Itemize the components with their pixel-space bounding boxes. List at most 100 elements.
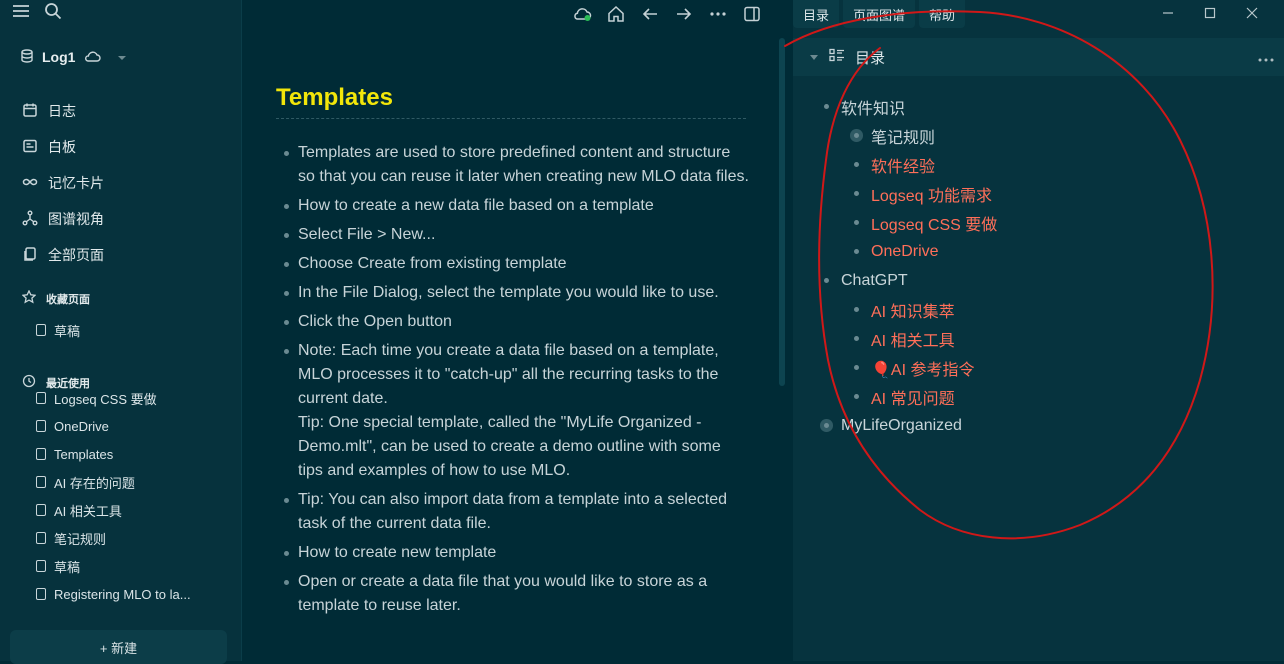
favorite-item[interactable]: 草稿	[0, 316, 242, 344]
bullet-icon	[854, 336, 859, 341]
content-block[interactable]: Choose Create from existing template	[280, 252, 750, 276]
toc-item[interactable]: 软件知识	[821, 92, 1261, 121]
sidebar-item-label: 日志	[48, 103, 76, 119]
recent-item[interactable]: OneDrive	[0, 412, 242, 440]
right-sidebar: 目录 页面图谱 帮助 目录 软件知识 笔记规则 软件经验 Logseq 功能需求…	[793, 0, 1284, 661]
recent-item-label: 草稿	[54, 559, 81, 575]
content-block[interactable]: How to create a new data file based on a…	[280, 194, 750, 218]
database-icon	[20, 48, 34, 66]
tab-toc[interactable]: 目录	[793, 0, 840, 28]
menu-icon[interactable]	[12, 3, 30, 24]
note-text: Note: Each time you create a data file b…	[298, 342, 719, 407]
recent-item-label: Templates	[54, 446, 114, 462]
scrollbar-thumb[interactable]	[779, 38, 785, 386]
maximize-icon[interactable]	[1204, 7, 1216, 22]
more-icon[interactable]	[1258, 49, 1274, 66]
recent-item-label: AI 存在的问题	[54, 475, 135, 491]
content-block[interactable]: How to create new template	[280, 541, 750, 565]
page-icon	[36, 392, 46, 404]
recent-item[interactable]: 笔记规则	[0, 524, 242, 552]
sidebar-item-flashcards[interactable]: 记忆卡片	[0, 165, 242, 201]
tab-page-graph[interactable]: 页面图谱	[843, 0, 916, 28]
favorites-title-label: 收藏页面	[46, 293, 90, 306]
page-title[interactable]: Templates	[276, 84, 746, 119]
page-icon	[36, 588, 46, 600]
page-icon	[36, 532, 46, 544]
sync-cloud-icon[interactable]	[571, 3, 593, 25]
bullet-icon	[854, 307, 859, 312]
pages-icon	[22, 246, 38, 265]
close-icon[interactable]	[1246, 7, 1258, 22]
sidebar-item-label: 图谱视角	[48, 211, 104, 227]
page-icon	[36, 420, 46, 432]
toc-item[interactable]: AI 知识集萃	[821, 295, 1261, 324]
sidebar-nav: 日志 白板 记忆卡片 图谱视角 全部页面	[0, 93, 242, 273]
chevron-down-icon[interactable]	[117, 49, 127, 65]
toc-header[interactable]: 目录	[793, 38, 1284, 76]
toc-item[interactable]: Logseq CSS 要做	[821, 208, 1261, 237]
bullet-icon	[824, 423, 829, 428]
bullet-icon	[854, 162, 859, 167]
content-block[interactable]: Templates are used to store predefined c…	[280, 141, 750, 189]
content-block[interactable]: Select File > New...	[280, 223, 750, 247]
sidebar-item-graph-view[interactable]: 图谱视角	[0, 201, 242, 237]
whiteboard-icon	[22, 138, 38, 157]
recent-item[interactable]: AI 相关工具	[0, 496, 242, 524]
toc-item-label: ChatGPT	[841, 271, 908, 289]
toc-item[interactable]: 笔记规则	[821, 121, 1261, 150]
content-block[interactable]: In the File Dialog, select the template …	[280, 281, 750, 305]
recent-item[interactable]: Registering MLO to la...	[0, 580, 242, 608]
page-icon	[36, 504, 46, 516]
tab-help[interactable]: 帮助	[919, 0, 966, 28]
sidebar-item-whiteboards[interactable]: 白板	[0, 129, 242, 165]
recent-section-title[interactable]: 最近使用	[22, 374, 90, 391]
toc-item[interactable]: 软件经验	[821, 150, 1261, 179]
content-block[interactable]: Tip: You can also import data from a tem…	[280, 488, 750, 536]
page-icon	[36, 560, 46, 572]
recent-item[interactable]: AI 存在的问题	[0, 468, 242, 496]
recent-item-label: Logseq CSS 要做	[54, 391, 157, 407]
toc-item[interactable]: AI 相关工具	[821, 324, 1261, 353]
cloud-icon	[83, 49, 102, 65]
recent-item[interactable]: 草稿	[0, 552, 242, 580]
infinity-icon	[22, 174, 38, 193]
recent-item[interactable]: Templates	[0, 440, 242, 468]
sidebar-topbar	[0, 0, 241, 26]
bullet-icon	[854, 220, 859, 225]
sidebar-item-all-pages[interactable]: 全部页面	[0, 237, 242, 273]
toc-item[interactable]: AI 常见问题	[821, 382, 1261, 411]
main-scrollbar[interactable]	[771, 0, 793, 661]
page-icon	[36, 324, 46, 336]
toc-item[interactable]: ChatGPT	[821, 266, 1261, 295]
toc-item[interactable]: Logseq 功能需求	[821, 179, 1261, 208]
toc-item[interactable]: OneDrive	[821, 237, 1261, 266]
content-block[interactable]: Click the Open button	[280, 310, 750, 334]
toc-item-label: 软件知识	[841, 100, 906, 118]
recent-list[interactable]: Logseq CSS 要做 OneDrive Templates AI 存在的问…	[0, 390, 242, 610]
toc-item-label: OneDrive	[871, 242, 939, 260]
search-icon[interactable]	[44, 2, 62, 25]
bullet-icon	[824, 278, 829, 283]
arrow-right-icon[interactable]	[673, 3, 695, 25]
toggle-right-sidebar-icon[interactable]	[741, 3, 763, 25]
content-block[interactable]: Note: Each time you create a data file b…	[280, 339, 750, 483]
content-block[interactable]: Open or create a data file that you woul…	[280, 570, 750, 618]
collapse-triangle-icon[interactable]	[809, 49, 819, 66]
home-icon[interactable]	[605, 3, 627, 25]
toc-list-icon	[829, 48, 845, 66]
more-icon[interactable]	[707, 3, 729, 25]
toc-item[interactable]: MyLifeOrganized	[821, 411, 1261, 440]
recent-item[interactable]: Logseq CSS 要做	[0, 390, 242, 412]
sidebar-item-label: 全部页面	[48, 247, 104, 263]
favorites-section-title[interactable]: 收藏页面	[21, 289, 90, 307]
new-page-button[interactable]: + 新建	[10, 630, 227, 664]
minimize-icon[interactable]	[1162, 7, 1174, 22]
arrow-left-icon[interactable]	[639, 3, 661, 25]
toc-item[interactable]: 🎈AI 参考指令	[821, 353, 1261, 382]
calendar-icon	[22, 102, 38, 121]
sidebar-item-journals[interactable]: 日志	[0, 93, 242, 129]
toc-title: 目录	[855, 49, 886, 67]
graph-selector[interactable]: Log1	[20, 46, 127, 68]
main-content: Templates Templates are used to store pr…	[243, 0, 771, 661]
toc-item-label: Logseq CSS 要做	[871, 216, 998, 234]
